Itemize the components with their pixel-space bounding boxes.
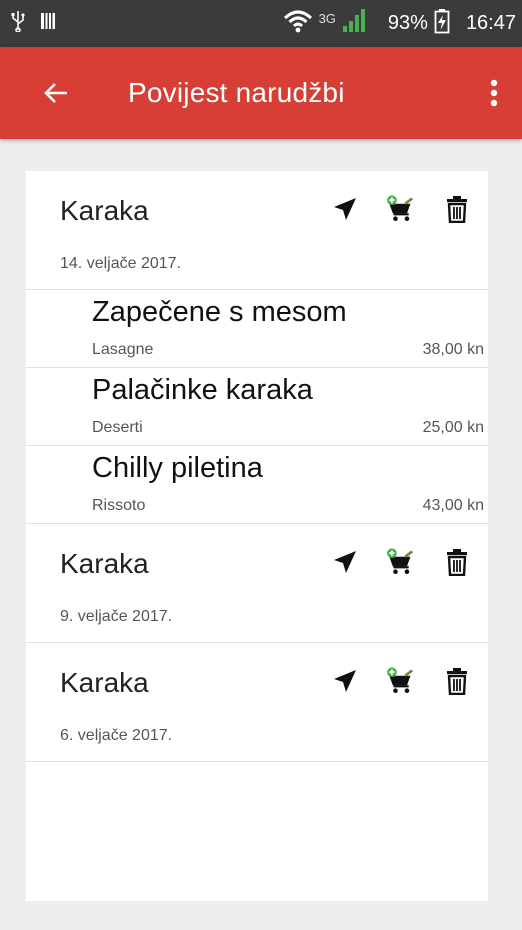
item-category: Deserti [92, 419, 143, 436]
more-vert-icon [490, 79, 498, 107]
reorder-button[interactable] [384, 665, 414, 697]
order-actions [330, 665, 472, 697]
orders-card: Karaka 14. veljače 2017. Zapečene s meso… [26, 171, 488, 901]
item-price: 38,00 kn [422, 341, 484, 358]
clock: 16:47 [465, 12, 516, 34]
order-actions [330, 546, 472, 578]
arrow-left-icon [44, 83, 67, 103]
delete-button[interactable] [442, 665, 472, 697]
order-actions [330, 193, 472, 225]
battery-charging-icon [434, 8, 450, 40]
trash-icon [447, 668, 467, 695]
item-price: 25,00 kn [422, 419, 484, 436]
reorder-button[interactable] [384, 546, 414, 578]
navigation-arrow-icon [334, 670, 356, 692]
status-right: 3G 93% 16:47 [283, 0, 516, 47]
cart-add-icon [387, 667, 414, 693]
order-header: Karaka 14. veljače 2017. [26, 171, 488, 290]
order-item[interactable]: Palačinke karaka Deserti 25,00 kn [26, 368, 488, 446]
order-header: Karaka 9. veljače 2017. [26, 524, 488, 643]
trash-icon [447, 549, 467, 576]
wifi-icon [283, 9, 313, 39]
network-type: 3G [318, 11, 336, 26]
navigate-button[interactable] [330, 546, 360, 578]
page-title: Povijest narudžbi [128, 77, 345, 108]
back-button[interactable] [36, 73, 76, 113]
status-left [10, 10, 56, 37]
restaurant-name: Karaka [60, 667, 149, 698]
item-category: Lasagne [92, 341, 154, 358]
item-price: 43,00 kn [422, 497, 484, 514]
usb-icon [10, 10, 26, 37]
delete-button[interactable] [442, 546, 472, 578]
cart-add-icon [387, 548, 414, 574]
app-bar: Povijest narudžbi [0, 47, 522, 139]
order-date: 9. veljače 2017. [60, 608, 173, 625]
item-name: Palačinke karaka [92, 374, 313, 406]
signal-icon [342, 8, 366, 40]
item-category: Rissoto [92, 497, 146, 514]
navigation-arrow-icon [334, 198, 356, 220]
navigate-button[interactable] [330, 193, 360, 225]
battery-percent: 93% [387, 12, 428, 34]
order-date: 6. veljače 2017. [60, 727, 173, 744]
reorder-button[interactable] [384, 193, 414, 225]
status-bar: 3G 93% 16:47 [0, 0, 522, 47]
restaurant-name: Karaka [60, 548, 149, 579]
order-item[interactable]: Chilly piletina Rissoto 43,00 kn [26, 446, 488, 524]
order-date: 14. veljače 2017. [60, 255, 181, 272]
cart-add-icon [387, 195, 414, 221]
item-name: Zapečene s mesom [92, 296, 347, 328]
navigation-arrow-icon [334, 551, 356, 573]
restaurant-name: Karaka [60, 195, 149, 226]
order-header: Karaka 6. veljače 2017. [26, 643, 488, 762]
delete-button[interactable] [442, 193, 472, 225]
navigate-button[interactable] [330, 665, 360, 697]
item-name: Chilly piletina [92, 452, 263, 484]
sim-icon [40, 11, 56, 36]
trash-icon [447, 196, 467, 223]
overflow-menu-button[interactable] [484, 73, 504, 113]
order-item[interactable]: Zapečene s mesom Lasagne 38,00 kn [26, 290, 488, 368]
